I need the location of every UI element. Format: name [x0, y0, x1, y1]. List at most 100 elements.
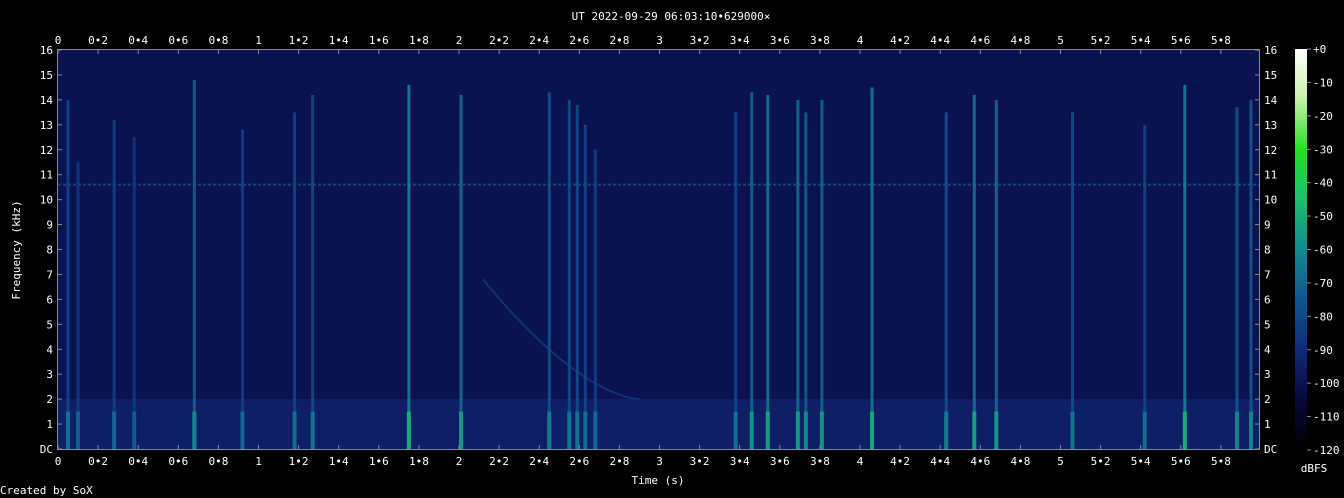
impulse-mark — [1143, 124, 1147, 449]
credit-text: Created by SoX — [0, 484, 93, 497]
y-tick-label-right: 14 — [1264, 94, 1278, 107]
impulse-base — [870, 411, 875, 449]
x-tick-label-top: 0•4 — [128, 34, 148, 47]
impulse-base — [575, 411, 580, 449]
x-tick-label: 5•2 — [1091, 455, 1111, 468]
impulse-base — [406, 411, 411, 449]
impulse-base — [240, 411, 245, 449]
x-tick-label: 0•2 — [88, 455, 108, 468]
impulse-mark — [112, 119, 116, 449]
x-tick-label-top: 3•6 — [770, 34, 790, 47]
x-tick-label-top: 4•6 — [970, 34, 990, 47]
y-axis-label: Frequency (kHz) — [10, 200, 23, 299]
x-tick-label-top: 4•2 — [890, 34, 910, 47]
noise-floor — [58, 50, 1259, 449]
impulse-mark — [192, 79, 196, 450]
y-tick-label-right: 7 — [1264, 268, 1271, 281]
colorbar — [1295, 49, 1307, 450]
impulse-base — [593, 411, 598, 449]
colorbar-tick-label: -90 — [1313, 344, 1333, 357]
x-tick-label-top: 0•2 — [88, 34, 108, 47]
colorbar-ticks: +0 -10 -20 -30 -40 -50 -60 -70 -80 -90 -100 -110 -12… — [1307, 43, 1340, 457]
impulse-mark — [583, 124, 587, 449]
x-tick-label-top: 1•6 — [369, 34, 389, 47]
impulse-mark — [311, 94, 315, 449]
y-tick-label: 4 — [46, 343, 53, 356]
x-tick-label: 2•6 — [569, 455, 589, 468]
x-tick-label-top: 3•2 — [690, 34, 710, 47]
x-tick-label: 1•6 — [369, 455, 389, 468]
impulse-base — [192, 411, 197, 449]
y-tick-label-right: 10 — [1264, 194, 1277, 207]
colorbar-tick-label: -30 — [1313, 143, 1333, 156]
impulse-mark — [750, 92, 754, 450]
x-tick-label-top: 5 — [1057, 34, 1064, 47]
y-tick-label-right: 5 — [1264, 318, 1271, 331]
y-tick-label: 6 — [46, 293, 53, 306]
impulse-mark — [1071, 112, 1075, 449]
x-tick-label-top: 5•2 — [1091, 34, 1111, 47]
impulse-base — [1142, 411, 1147, 449]
x-tick-label-top: 1 — [255, 34, 262, 47]
impulse-base — [310, 411, 315, 449]
y-tick-label-right: 9 — [1264, 219, 1271, 232]
y-tick-label: 1 — [46, 418, 53, 431]
x-tick-label-top: 0•8 — [208, 34, 228, 47]
x-tick-label-top: 5•4 — [1131, 34, 1151, 47]
impulse-base — [66, 411, 71, 449]
impulse-mark — [766, 94, 770, 449]
impulse-mark — [804, 112, 808, 449]
impulse-base — [1070, 411, 1075, 449]
impulse-base — [819, 411, 824, 449]
x-tick-label: 2•8 — [609, 455, 629, 468]
x-tick-label-top: 2•4 — [529, 34, 549, 47]
impulse-mark — [407, 84, 411, 449]
x-tick-label: 4•8 — [1010, 455, 1030, 468]
colorbar-tick-label: +0 — [1313, 43, 1326, 56]
y-tick-label-right: 4 — [1264, 343, 1271, 356]
impulse-base — [1248, 411, 1253, 449]
impulse-base — [994, 411, 999, 449]
colorbar-tick-label: -120 — [1313, 444, 1340, 457]
y-tick-label: 15 — [40, 69, 53, 82]
x-tick-label-top: 3•8 — [810, 34, 830, 47]
y-tick-label: 16 — [40, 44, 53, 57]
x-tick-label: 2 — [456, 455, 463, 468]
x-tick-label: 4•2 — [890, 455, 910, 468]
x-tick-label-top: 5•6 — [1171, 34, 1191, 47]
impulse-base — [292, 411, 297, 449]
y-tick-label: 8 — [46, 244, 53, 257]
y-tick-label: 5 — [46, 318, 53, 331]
impulse-mark — [293, 112, 297, 449]
x-tick-label: 3•8 — [810, 455, 830, 468]
impulse-base — [1182, 411, 1187, 449]
x-tick-label-top: 2 — [456, 34, 463, 47]
x-tick-label: 3 — [656, 455, 663, 468]
y-tick-label-right: 8 — [1264, 244, 1271, 257]
x-tick-label: 0•6 — [168, 455, 188, 468]
impulse-base — [459, 411, 464, 449]
impulse-base — [944, 411, 949, 449]
y-tick-label: 7 — [46, 268, 53, 281]
impulse-mark — [76, 162, 80, 449]
x-tick-label-top: 1•2 — [289, 34, 309, 47]
colorbar-tick-label: -50 — [1313, 210, 1333, 223]
impulse-mark — [575, 104, 579, 450]
x-tick-label: 3•6 — [770, 455, 790, 468]
x-tick-label: 2•2 — [489, 455, 509, 468]
impulse-mark — [796, 99, 800, 449]
impulse-base — [972, 411, 977, 449]
impulse-mark — [870, 87, 874, 449]
y-tick-label-right: 1 — [1264, 418, 1271, 431]
x-tick-label-top: 2•2 — [489, 34, 509, 47]
y-tick-label-right: 15 — [1264, 69, 1277, 82]
impulse-mark — [734, 112, 738, 449]
impulse-base — [803, 411, 808, 449]
impulse-base — [765, 411, 770, 449]
x-tick-label: 5•6 — [1171, 455, 1191, 468]
impulse-base — [583, 411, 588, 449]
x-tick-label-top: 4•4 — [930, 34, 950, 47]
impulse-mark — [240, 129, 244, 450]
x-tick-label-top: 0•6 — [168, 34, 188, 47]
impulse-mark — [994, 99, 998, 449]
